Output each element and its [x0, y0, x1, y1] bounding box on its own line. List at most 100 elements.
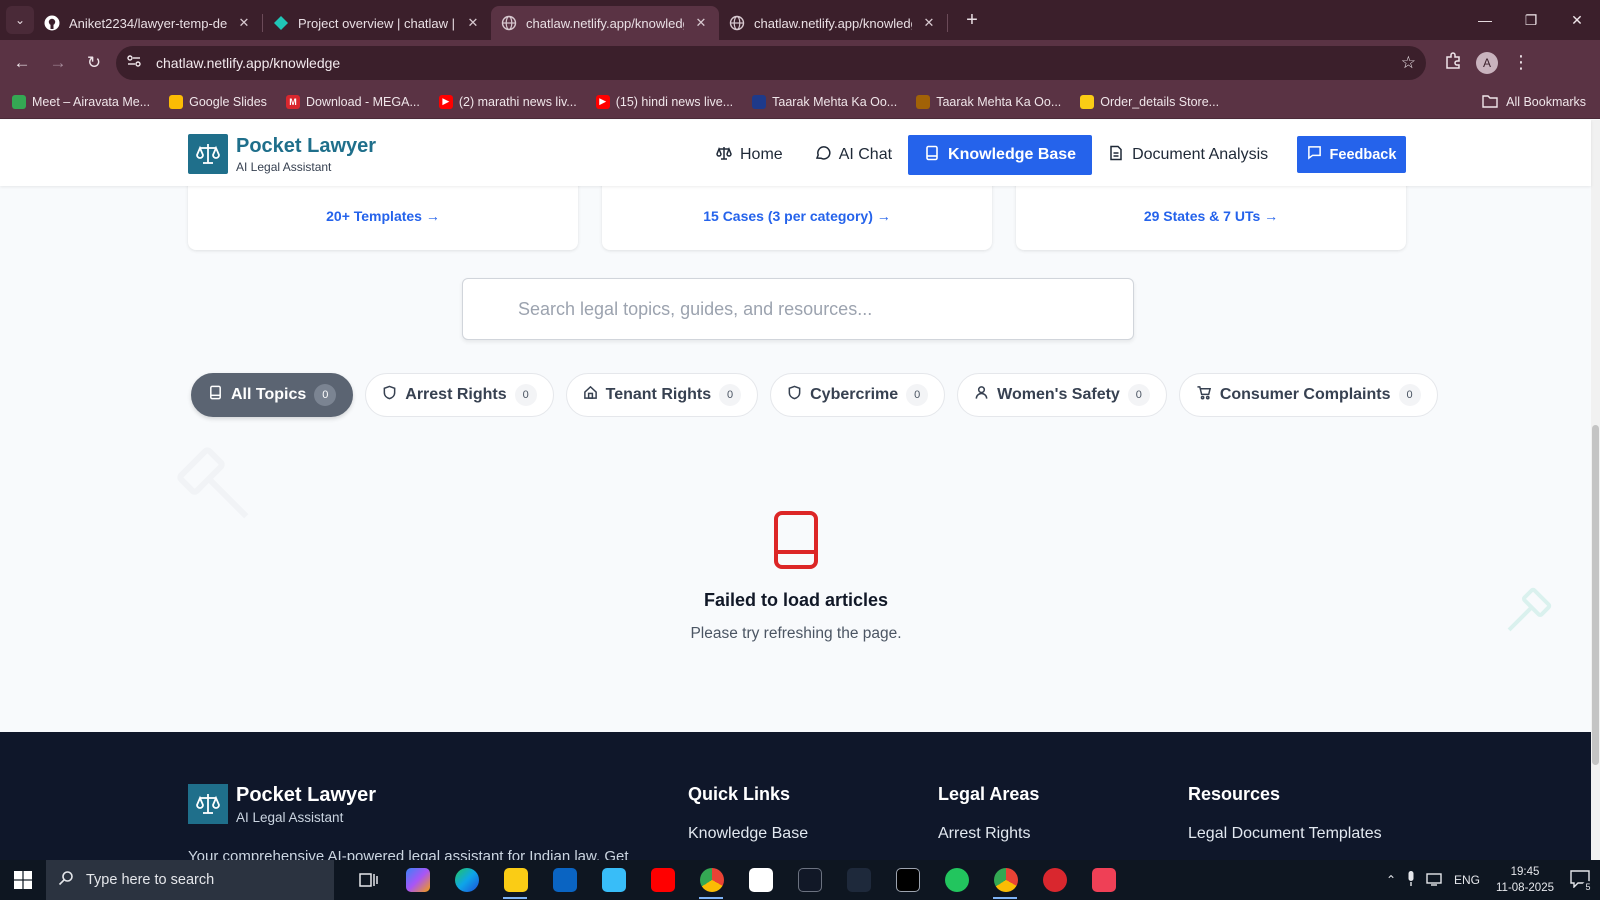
microphone-icon[interactable] [1406, 870, 1416, 890]
more-menu-icon[interactable]: ⋮ [1512, 52, 1530, 73]
tab-title: chatlaw.netlify.app/knowledge [754, 15, 912, 31]
network-icon[interactable] [1426, 872, 1444, 889]
file-explorer-icon[interactable] [491, 860, 540, 900]
edge-icon[interactable] [442, 860, 491, 900]
photos-icon[interactable] [589, 860, 638, 900]
filter-womens-safety[interactable]: Women's Safety 0 [957, 373, 1167, 417]
all-bookmarks-button[interactable]: All Bookmarks [1482, 85, 1586, 119]
chevron-up-icon[interactable]: ⌃ [1386, 873, 1396, 887]
nav-ai-chat[interactable]: AI Chat [799, 135, 908, 175]
folder-icon [1482, 94, 1498, 111]
error-message: Please try refreshing the page. [690, 625, 902, 642]
nav-home[interactable]: Home [700, 135, 799, 175]
extensions-icon[interactable] [1444, 51, 1462, 74]
scales-logo-icon[interactable] [188, 134, 228, 174]
bookmark-item[interactable]: ▶ (2) marathi news liv... [438, 94, 577, 109]
brand-name[interactable]: Pocket Lawyer [236, 135, 376, 158]
feedback-button[interactable]: Feedback [1297, 136, 1406, 173]
filter-count-badge: 0 [514, 384, 537, 406]
youtube-icon[interactable] [638, 860, 687, 900]
reload-icon[interactable]: ↻ [76, 45, 112, 81]
bookmark-item[interactable]: ▶ (15) hindi news live... [595, 94, 733, 109]
nav-knowledge-base[interactable]: Knowledge Base [908, 135, 1093, 175]
close-tab-icon[interactable]: ✕ [921, 15, 937, 31]
system-tray: ⌃ ENG 19:45 11-08-2025 5 [1386, 860, 1600, 900]
filter-cybercrime[interactable]: Cybercrime 0 [770, 373, 946, 417]
restore-icon[interactable]: ❐ [1508, 0, 1554, 40]
whatsapp-icon[interactable] [932, 860, 981, 900]
bookmark-label: Download - MEGA... [305, 94, 420, 109]
footer-tagline: AI Legal Assistant [236, 810, 344, 825]
bookmark-item[interactable]: Order_details Store... [1080, 94, 1219, 109]
hotstar-icon[interactable] [834, 860, 883, 900]
task-view-icon[interactable] [344, 860, 393, 900]
footer-link-knowledge-base[interactable]: Knowledge Base [688, 825, 808, 843]
footer-link-templates[interactable]: Legal Document Templates [1188, 825, 1382, 843]
bookmark-item[interactable]: Taarak Mehta Ka Oo... [752, 94, 897, 109]
cases-link[interactable]: 15 Cases (3 per category) → [602, 208, 992, 224]
nav-document-analysis[interactable]: Document Analysis [1092, 135, 1284, 175]
chrome-profile-icon[interactable] [981, 860, 1030, 900]
bookmark-item[interactable]: Taarak Mehta Ka Oo... [916, 94, 1061, 109]
bookmark-item[interactable]: M Download - MEGA... [285, 94, 420, 109]
minimize-icon[interactable]: — [1462, 0, 1508, 40]
new-tab-button[interactable]: + [958, 9, 986, 32]
close-tab-icon[interactable]: ✕ [236, 15, 252, 31]
outlook-icon[interactable] [540, 860, 589, 900]
tab-title: Aniket2234/lawyer-temp-deplo [69, 15, 227, 31]
bookmark-item[interactable]: Google Slides [169, 94, 267, 109]
shield-icon [382, 385, 397, 405]
notifications-icon[interactable]: 5 [1570, 869, 1594, 893]
address-bar[interactable]: chatlaw.netlify.app/knowledge ☆ [116, 45, 1426, 80]
error-state: Failed to load articles Please try refre… [596, 510, 996, 643]
taskbar-apps [344, 860, 1128, 900]
search-icon [58, 870, 74, 890]
tab-search-button[interactable]: ⌄ [6, 6, 34, 34]
all-bookmarks-label: All Bookmarks [1506, 95, 1586, 109]
page-scrollbar[interactable] [1591, 120, 1600, 860]
chrome-icon[interactable] [687, 860, 736, 900]
scrollbar-thumb[interactable] [1592, 425, 1599, 765]
templates-link[interactable]: 20+ Templates → [188, 208, 578, 224]
site-info-icon[interactable] [126, 53, 142, 72]
windows-start-icon[interactable] [0, 860, 46, 900]
page-viewport: 20+ Templates → 15 Cases (3 per category… [0, 120, 1600, 860]
forward-arrow-icon[interactable]: → [40, 45, 76, 81]
footer-link-arrest-rights[interactable]: Arrest Rights [938, 825, 1039, 843]
search-input[interactable] [463, 279, 1133, 339]
states-link[interactable]: 29 States & 7 UTs → [1016, 208, 1406, 224]
mega-icon[interactable] [1030, 860, 1079, 900]
taskbar-search-placeholder: Type here to search [86, 872, 215, 888]
media-player-icon[interactable] [883, 860, 932, 900]
bookmark-star-icon[interactable]: ☆ [1401, 53, 1416, 73]
nav-ai-chat-label: AI Chat [838, 146, 893, 163]
browser-tab-3-active[interactable]: chatlaw.netlify.app/knowledge ✕ [491, 6, 719, 40]
sonyliv-icon[interactable] [785, 860, 834, 900]
knowledge-search [462, 278, 1134, 340]
profile-avatar[interactable]: A [1476, 51, 1498, 74]
filter-all-topics[interactable]: All Topics 0 [191, 373, 354, 417]
browser-tab-1[interactable]: Aniket2234/lawyer-temp-deplo ✕ [34, 6, 262, 40]
filter-label: Cybercrime [810, 386, 899, 403]
browser-tab-4[interactable]: chatlaw.netlify.app/knowledge ✕ [719, 6, 947, 40]
back-arrow-icon[interactable]: ← [4, 45, 40, 81]
url-text[interactable]: chatlaw.netlify.app/knowledge [156, 55, 1387, 71]
close-window-icon[interactable]: ✕ [1554, 0, 1600, 40]
language-indicator[interactable]: ENG [1454, 873, 1480, 887]
filter-consumer-complaints[interactable]: Consumer Complaints 0 [1178, 373, 1438, 417]
mega-icon: M [285, 94, 300, 109]
toolbar-right: A ⋮ [1444, 51, 1530, 74]
solitaire-icon[interactable] [736, 860, 785, 900]
close-tab-icon[interactable]: ✕ [693, 15, 709, 31]
browser-tab-2[interactable]: Project overview | chatlaw | Net ✕ [263, 6, 491, 40]
close-tab-icon[interactable]: ✕ [465, 15, 481, 31]
gavel-decoration-icon [1498, 585, 1554, 646]
filter-label: Tenant Rights [605, 386, 712, 403]
copilot-icon[interactable] [393, 860, 442, 900]
bookmark-item[interactable]: Meet – Airavata Me... [12, 94, 150, 109]
pocket-icon[interactable] [1079, 860, 1128, 900]
filter-arrest-rights[interactable]: Arrest Rights 0 [365, 373, 554, 417]
taskbar-search-box[interactable]: Type here to search [46, 860, 334, 900]
clock[interactable]: 19:45 11-08-2025 [1496, 864, 1554, 896]
filter-tenant-rights[interactable]: Tenant Rights 0 [565, 373, 759, 417]
